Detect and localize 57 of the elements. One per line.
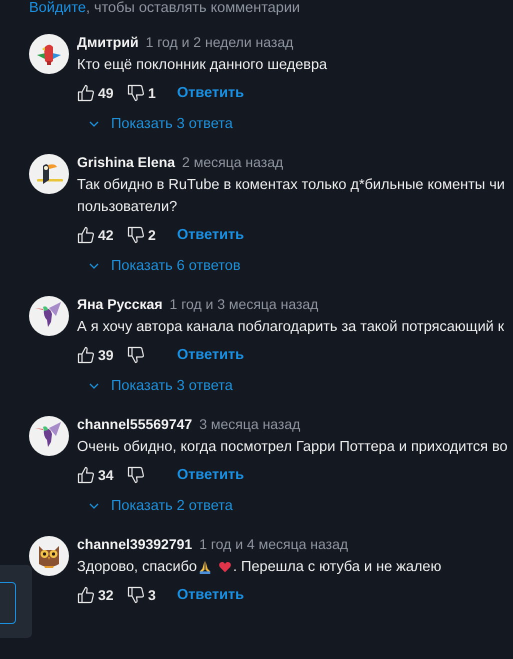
login-link[interactable]: Войдите <box>29 0 86 16</box>
comment-text: Очень обидно, когда посмотрел Гарри Поттера и приходится во <box>77 438 508 457</box>
comment-time: 1 год и 2 недели назад <box>146 33 294 52</box>
reply-link[interactable]: Ответить <box>177 347 244 363</box>
avatar-icon <box>29 154 69 194</box>
comment-text: Так обидно в RuTube в коментах только д*бильные коменты чи <box>77 176 505 195</box>
reply-link[interactable]: Ответить <box>177 85 244 101</box>
thumbs-up-icon <box>77 586 95 604</box>
reply-link[interactable]: Ответить <box>177 227 244 243</box>
author-name[interactable]: channel39392791 <box>77 532 192 556</box>
author-name[interactable]: Дмитрий <box>77 30 139 54</box>
comment-text: Кто ещё поклонник данного шедевра <box>77 56 328 75</box>
chevron-down-icon <box>89 503 99 509</box>
dislike-button[interactable]: 3 <box>127 586 177 604</box>
comment-text: Здорово, спасибо . Перешла с ютуба и не жалею <box>77 558 442 577</box>
chevron-down-icon <box>89 121 99 127</box>
author-name[interactable]: Яна Русская <box>77 292 163 316</box>
thumbs-down-icon <box>127 226 145 244</box>
thumbs-down-icon <box>127 346 145 364</box>
heart-icon <box>218 560 232 574</box>
outlined-box <box>0 582 16 624</box>
chevron-down-icon <box>89 263 99 269</box>
like-button[interactable]: 32 <box>77 586 127 604</box>
praying-hands-icon <box>198 560 212 574</box>
thumbs-up-icon <box>77 226 95 244</box>
author-name[interactable]: channel55569747 <box>77 412 192 436</box>
avatar-icon <box>29 416 69 456</box>
show-replies-button[interactable]: Показать 3 ответа <box>89 370 233 402</box>
thumbs-down-icon <box>127 84 145 102</box>
comment-time: 2 месяца назад <box>182 153 284 172</box>
show-replies-button[interactable]: Показать 3 ответа <box>89 108 233 140</box>
avatar-icon <box>29 536 69 576</box>
thumbs-up-icon <box>77 84 95 102</box>
comment-time: 3 месяца назад <box>199 415 300 434</box>
like-button[interactable]: 42 <box>77 226 127 244</box>
thumbs-down-icon <box>127 586 145 604</box>
comment-time: 1 год и 4 месяца назад <box>199 535 348 554</box>
like-button[interactable]: 34 <box>77 466 127 484</box>
like-button[interactable]: 39 <box>77 346 127 364</box>
avatar-icon <box>29 296 69 336</box>
thumbs-up-icon <box>77 466 95 484</box>
login-hint: , чтобы оставлять комментарии <box>86 0 300 16</box>
like-button[interactable]: 49 <box>77 84 127 102</box>
thumbs-down-icon <box>127 466 145 484</box>
dislike-button[interactable]: 2 <box>127 226 177 244</box>
avatar-icon <box>29 34 69 74</box>
dislike-button[interactable]: 1 <box>127 84 177 102</box>
reply-link[interactable]: Ответить <box>177 467 244 483</box>
reply-link[interactable]: Ответить <box>177 587 244 603</box>
comment-text: А я хочу автора канала поблагодарить за такой потрясающий к <box>77 318 504 337</box>
comment-time: 1 год и 3 месяца назад <box>170 295 318 314</box>
author-name[interactable]: Grishina Elena <box>77 150 176 174</box>
thumbs-up-icon <box>77 346 95 364</box>
chevron-down-icon <box>89 383 99 389</box>
show-replies-button[interactable]: Показать 2 ответа <box>89 490 233 522</box>
comment-text: пользователи? <box>77 198 178 217</box>
show-replies-button[interactable]: Показать 6 ответов <box>89 250 241 282</box>
